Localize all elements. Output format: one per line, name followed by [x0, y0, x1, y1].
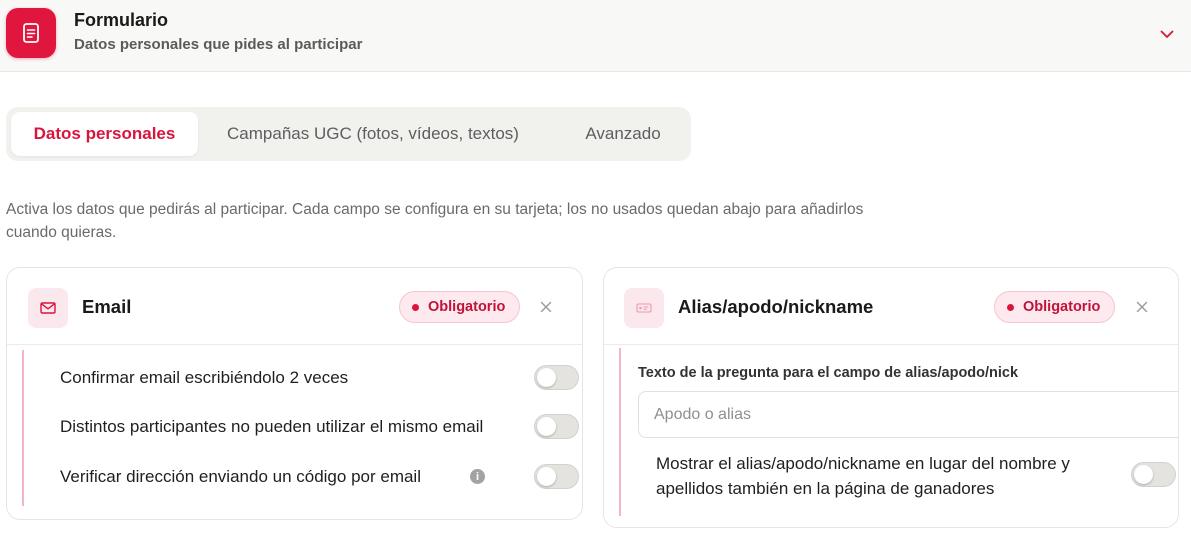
show-alias-winners-toggle[interactable] — [1131, 462, 1176, 487]
required-badge: Obligatorio — [399, 291, 521, 323]
required-badge: Obligatorio — [994, 291, 1116, 323]
info-icon[interactable]: i — [470, 469, 485, 484]
section-subtitle: Datos personales que pides al participar — [74, 36, 363, 53]
show-alias-winners-label: Mostrar el alias/apodo/nickname en lugar… — [656, 454, 1070, 498]
section-header[interactable]: Formulario Datos personales que pides al… — [0, 0, 1191, 72]
envelope-icon — [28, 288, 68, 328]
section-title: Formulario — [74, 10, 169, 30]
tab-bar: Datos personales Campañas UGC (fotos, ví… — [6, 107, 691, 161]
id-tag-icon — [624, 288, 664, 328]
accent-line — [619, 348, 621, 516]
option-unique-email-label: Distintos participantes no pueden utiliz… — [60, 417, 484, 436]
close-icon[interactable] — [1133, 298, 1151, 316]
unique-email-toggle[interactable] — [534, 414, 579, 439]
tab-campanas-ugc[interactable]: Campañas UGC (fotos, vídeos, textos) — [206, 112, 540, 156]
alias-card-header: Alias/apodo/nickname Obligatorio — [604, 268, 1178, 345]
required-badge-label: Obligatorio — [428, 299, 506, 315]
tab-avanzado[interactable]: Avanzado — [566, 112, 680, 156]
email-card-header: Email Obligatorio — [7, 268, 582, 345]
confirm-email-toggle[interactable] — [534, 365, 579, 390]
verify-email-toggle[interactable] — [534, 464, 579, 489]
form-document-icon — [6, 8, 56, 58]
question-text-input[interactable] — [638, 391, 1178, 438]
question-text-label: Texto de la pregunta para el campo de al… — [638, 365, 1019, 381]
alias-card-title: Alias/apodo/nickname — [678, 296, 874, 317]
badge-dot — [1007, 303, 1014, 311]
tab-datos-personales[interactable]: Datos personales — [11, 112, 198, 156]
chevron-down-icon[interactable] — [1158, 25, 1176, 43]
toggle-knob — [537, 417, 556, 436]
accent-line — [22, 350, 24, 506]
intro-text: Activa los datos que pedirás al particip… — [6, 201, 864, 241]
email-field-card: Email Obligatorio Confirmar email escrib… — [6, 267, 583, 520]
toggle-knob — [537, 368, 556, 387]
email-card-title: Email — [82, 296, 132, 317]
close-icon[interactable] — [537, 298, 555, 316]
alias-field-card: Alias/apodo/nickname Obligatorio Texto d… — [603, 267, 1179, 528]
option-confirm-email-label: Confirmar email escribiéndolo 2 veces — [60, 368, 349, 387]
toggle-knob — [537, 467, 556, 486]
toggle-knob — [1134, 465, 1153, 484]
required-badge-label: Obligatorio — [1023, 299, 1101, 315]
option-verify-email-label: Verificar dirección enviando un código p… — [60, 467, 421, 486]
badge-dot — [412, 303, 419, 311]
